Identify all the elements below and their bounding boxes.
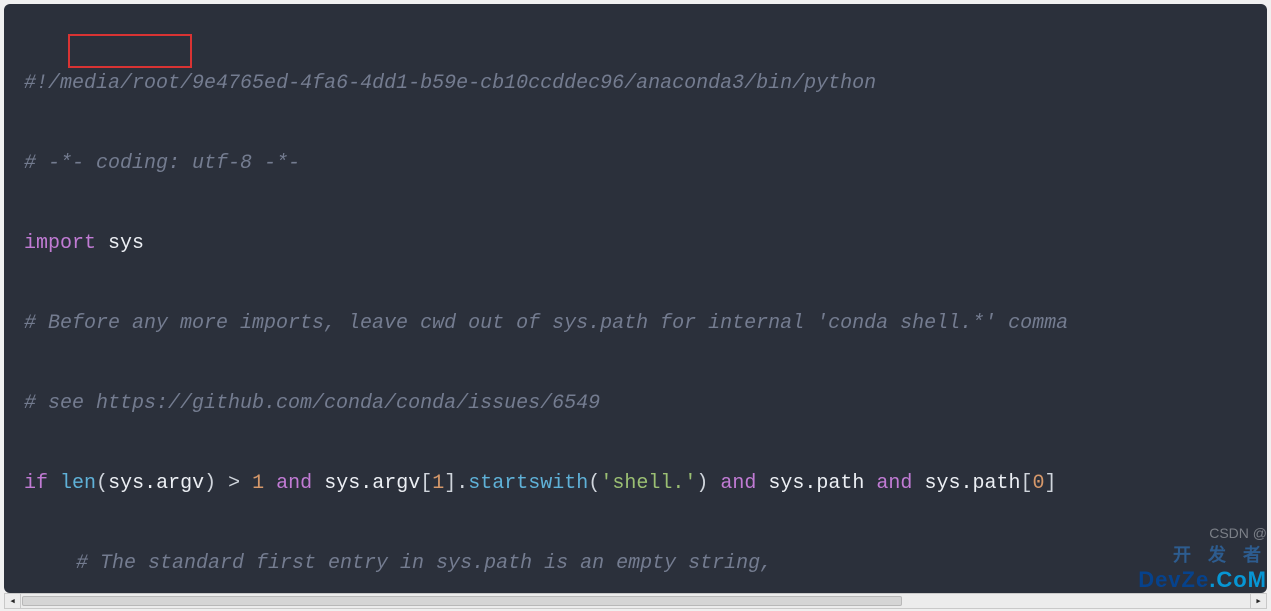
number-one: 1 <box>432 472 444 495</box>
string-shell: 'shell.' <box>600 472 696 495</box>
code-line: # see https://github.com/conda/conda/iss… <box>24 384 1267 424</box>
code-editor: #!/media/root/9e4765ed-4fa6-4dd1-b59e-cb… <box>4 4 1267 593</box>
sys-path: sys.path <box>768 472 864 495</box>
shebang-boxed: media/root <box>60 72 180 95</box>
scroll-track[interactable] <box>22 594 1249 608</box>
and-keyword: and <box>276 472 312 495</box>
comment-line: # Before any more imports, leave cwd out… <box>24 312 1068 335</box>
shebang-prefix: #!/ <box>24 72 60 95</box>
coding-comment: # -*- coding: utf-8 -*- <box>24 152 300 175</box>
sys-argv: sys.argv <box>108 472 204 495</box>
if-keyword: if <box>24 472 48 495</box>
code-line: # The standard first entry in sys.path i… <box>24 544 1267 584</box>
module-sys: sys <box>108 232 144 255</box>
len-func: len <box>60 472 96 495</box>
shebang-comment: #!/media/root/9e4765ed-4fa6-4dd1-b59e-cb… <box>24 72 876 95</box>
scroll-right-arrow-icon[interactable]: ▸ <box>1250 594 1266 608</box>
scroll-left-arrow-icon[interactable]: ◂ <box>5 594 21 608</box>
code-block: #!/media/root/9e4765ed-4fa6-4dd1-b59e-cb… <box>4 4 1267 593</box>
import-keyword: import <box>24 232 96 255</box>
horizontal-scrollbar[interactable]: ◂ ▸ <box>4 593 1267 609</box>
sys-argv: sys.argv <box>324 472 420 495</box>
number-zero: 0 <box>1032 472 1044 495</box>
gt-op: > <box>228 472 240 495</box>
startswith-func: startswith <box>468 472 588 495</box>
code-line: #!/media/root/9e4765ed-4fa6-4dd1-b59e-cb… <box>24 64 1267 104</box>
and-keyword: and <box>876 472 912 495</box>
code-line: if len(sys.argv) > 1 and sys.argv[1].sta… <box>24 464 1267 504</box>
scroll-thumb[interactable] <box>22 596 902 606</box>
code-line: import sys <box>24 224 1267 264</box>
comment-line: # see https://github.com/conda/conda/iss… <box>24 392 600 415</box>
code-line: # -*- coding: utf-8 -*- <box>24 144 1267 184</box>
code-line: # Before any more imports, leave cwd out… <box>24 304 1267 344</box>
comment-line: # The standard first entry in sys.path i… <box>76 552 772 575</box>
sys-path: sys.path <box>924 472 1020 495</box>
number-one: 1 <box>252 472 264 495</box>
and-keyword: and <box>720 472 756 495</box>
shebang-suffix: /9e4765ed-4fa6-4dd1-b59e-cb10ccddec96/an… <box>180 72 876 95</box>
